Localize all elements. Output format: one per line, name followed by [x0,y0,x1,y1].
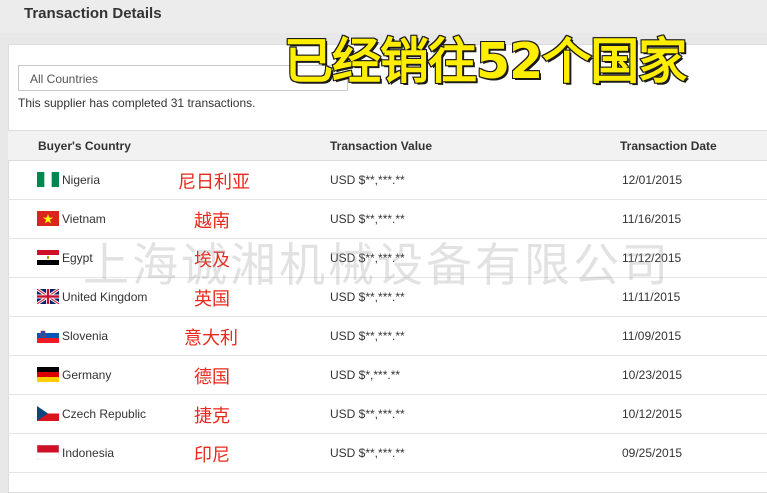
table-row: United Kingdom 英国 USD $**,***.** 11/11/2… [8,278,767,317]
country-annotation: 英国 [194,289,230,310]
country-annotation: 捷克 [194,406,230,427]
buyer-country: United Kingdom [62,290,148,304]
buyer-country: Indonesia [62,446,115,460]
egypt-flag-icon [37,250,59,265]
germany-flag-icon [37,367,59,382]
buyer-country: Germany [62,368,112,382]
country-annotation: 德国 [194,367,230,388]
buyer-country: Egypt [62,251,93,265]
column-header-date[interactable]: Transaction Date [620,139,717,153]
slovenia-flag-icon [37,328,59,343]
transactions-summary: This supplier has completed 31 transacti… [18,96,255,110]
table-row: Nigeria 尼日利亚 USD $**,***.** 12/01/2015 [8,161,767,200]
country-annotation: 埃及 [194,250,230,271]
transaction-value: USD $*,***.** [330,368,401,382]
uk-flag-icon [37,289,59,304]
top-bar: Transaction Details [0,0,767,33]
column-header-value[interactable]: Transaction Value [330,139,432,153]
transaction-value: USD $**,***.** [330,212,405,226]
transaction-count: 31 [170,96,185,110]
country-annotation: 尼日利亚 [178,172,250,193]
buyer-country: Vietnam [62,212,106,226]
table-row: Germany 德国 USD $*,***.** 10/23/2015 [8,356,767,395]
table-row: Slovenia 意大利 USD $**,***.** 11/09/2015 [8,317,767,356]
buyer-country: Czech Republic [62,407,147,421]
transaction-value: USD $**,***.** [330,446,405,460]
table-row: Vietnam 越南 USD $**,***.** 11/16/2015 [8,200,767,239]
transaction-date: 12/01/2015 [622,173,683,187]
summary-prefix: This supplier has completed [18,96,171,110]
transaction-date: 11/16/2015 [622,212,682,226]
transaction-value: USD $**,***.** [330,173,405,187]
transaction-value: USD $**,***.** [330,251,405,265]
transaction-date: 11/09/2015 [622,329,682,343]
transaction-value: USD $**,***.** [330,290,405,304]
summary-suffix: transactions. [184,96,256,110]
transaction-date: 11/12/2015 [622,251,682,265]
buyer-country: Nigeria [62,173,101,187]
indonesia-flag-icon [37,445,59,460]
country-annotation: 意大利 [184,328,238,349]
country-annotation: 印尼 [194,445,230,466]
column-header-country[interactable]: Buyer's Country [38,139,131,153]
table-row: Egypt 埃及 USD $**,***.** 11/12/2015 [8,239,767,278]
transaction-value: USD $**,***.** [330,329,405,343]
czech-flag-icon [37,406,59,421]
transaction-date: 10/12/2015 [622,407,683,421]
table-row: Indonesia 印尼 USD $**,***.** 09/25/2015 [8,434,767,473]
country-annotation: 越南 [194,211,230,232]
buyer-country: Slovenia [62,329,109,343]
table-row: Czech Republic 捷克 USD $**,***.** 10/12/2… [8,395,767,434]
promo-banner: 已经销往52个国家 [283,32,688,91]
table-header: Buyer's Country Transaction Value Transa… [8,130,767,161]
page-title: Transaction Details [24,5,162,22]
transaction-value: USD $**,***.** [330,407,405,421]
nigeria-flag-icon [37,172,59,187]
transaction-date: 09/25/2015 [622,446,683,460]
vietnam-flag-icon [37,211,59,226]
transaction-date: 10/23/2015 [622,368,683,382]
transaction-date: 11/11/2015 [622,290,681,304]
